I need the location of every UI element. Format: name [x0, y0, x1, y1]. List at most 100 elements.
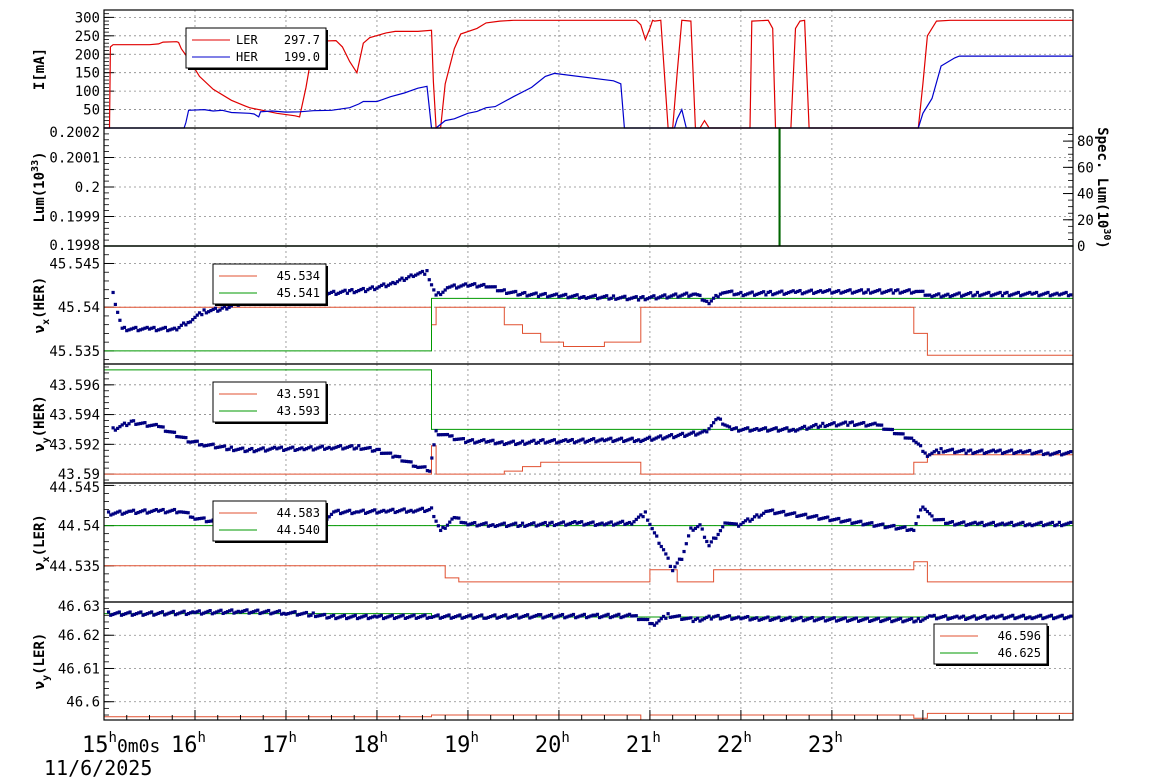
data-point: [1069, 293, 1073, 297]
panel-frame: [103, 601, 1074, 721]
y-tick-label: 300: [75, 10, 100, 26]
data-point: [641, 295, 645, 299]
data-point: [550, 613, 554, 617]
data-point: [515, 613, 519, 617]
data-point: [1069, 450, 1073, 454]
data-point: [896, 288, 900, 292]
data-point: [899, 616, 903, 621]
data-point: [432, 443, 436, 447]
data-point: [682, 549, 686, 554]
data-point: [698, 523, 702, 527]
legend-value: 297.7: [284, 33, 320, 47]
data-point: [658, 434, 663, 438]
data-point: [450, 434, 454, 438]
data-point: [523, 290, 527, 295]
data-point: [461, 437, 465, 441]
data-point: [1021, 613, 1026, 617]
data-point: [1069, 520, 1073, 525]
data-point: [702, 535, 707, 539]
data-point: [184, 436, 188, 440]
data-point: [139, 610, 143, 614]
data-point: [975, 290, 980, 295]
data-point: [128, 610, 132, 614]
data-point: [677, 614, 682, 618]
right-tick-label: 80: [1077, 134, 1094, 150]
y-label-sup: 33: [30, 160, 41, 172]
data-point: [550, 520, 554, 524]
data-point: [718, 417, 723, 421]
x-tick-sup: h: [379, 730, 387, 746]
data-point: [571, 612, 576, 617]
y-axis-label: Lum(1033): [30, 151, 48, 222]
data-point: [402, 507, 406, 511]
data-point: [685, 291, 689, 295]
data-point: [661, 548, 666, 552]
data-point: [1060, 613, 1064, 617]
data-point: [785, 426, 789, 430]
data-point: [782, 509, 786, 514]
data-point: [197, 609, 201, 613]
data-point: [739, 290, 743, 295]
x-tick-sup: h: [561, 730, 569, 746]
y-axis-label: νy(LER): [32, 633, 52, 690]
data-point: [1046, 290, 1050, 295]
data-point: [763, 426, 768, 430]
data-point: [591, 520, 595, 524]
x-tick-sup: h: [743, 730, 751, 746]
right-tick-label: 20: [1077, 213, 1094, 229]
data-point: [980, 448, 984, 452]
tune-monitor-chart: 50100150200250300I[mA]LER 297.7HER 199.00.…: [30, 9, 1112, 780]
data-point: [425, 269, 429, 273]
y-label-close: ): [32, 151, 48, 159]
data-point: [609, 436, 613, 440]
data-point: [865, 616, 870, 620]
data-point: [373, 508, 377, 512]
y-tick-label: 0.1998: [49, 238, 100, 254]
data-point: [848, 518, 852, 522]
data-point: [364, 613, 368, 617]
legend: 45.534 45.541: [212, 263, 328, 306]
data-point: [391, 507, 395, 511]
x-tick-hour: 21: [626, 733, 653, 758]
y-tick-label: 45.535: [49, 344, 100, 360]
data-point: [903, 525, 907, 529]
series-set_red: [104, 306, 1073, 356]
data-point: [1009, 520, 1014, 525]
y-tick-label: 0.2001: [49, 151, 100, 167]
data-point: [436, 524, 440, 528]
data-point: [593, 293, 597, 297]
data-point: [698, 293, 702, 297]
right-axis-label-sup: 30: [1101, 228, 1112, 240]
data-point: [937, 292, 941, 296]
data-point: [118, 318, 122, 322]
data-point: [941, 517, 945, 522]
data-point: [279, 445, 284, 449]
y-tick-label: 0.1999: [49, 210, 100, 226]
y-axis-label: I[mA]: [32, 48, 48, 90]
data-point: [983, 614, 987, 618]
legend-value: 45.541: [277, 286, 320, 300]
y-tick-label: 46.63: [58, 599, 100, 615]
data-point: [673, 565, 677, 569]
data-point: [762, 290, 766, 294]
data-point: [641, 515, 645, 519]
data-point: [969, 291, 973, 295]
data-point: [716, 613, 720, 618]
data-point: [458, 613, 462, 617]
data-point: [161, 507, 165, 512]
data-point: [828, 288, 832, 292]
data-point: [186, 511, 190, 515]
data-point: [361, 508, 365, 512]
x-tick-label: 17h: [262, 730, 297, 758]
data-point: [707, 427, 711, 431]
legend-value: 44.583: [277, 506, 320, 520]
data-point: [652, 531, 657, 535]
data-point: [619, 436, 624, 440]
data-point: [106, 610, 111, 614]
data-point: [1064, 290, 1068, 295]
data-point: [202, 516, 206, 520]
y-label-tail: (LER): [32, 514, 48, 556]
legend-value: 45.534: [277, 269, 320, 283]
right-tick-label: 60: [1077, 160, 1094, 176]
data-point: [484, 521, 488, 525]
